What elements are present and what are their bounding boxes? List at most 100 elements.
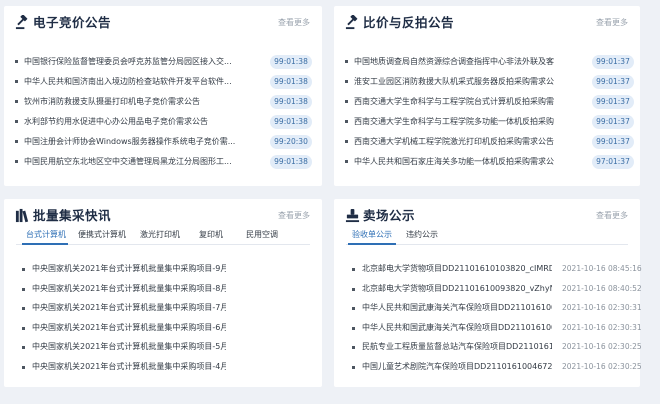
- view-more-link[interactable]: 查看更多: [278, 210, 310, 222]
- list-item[interactable]: 中华人民共和国武康海关汽车保险项目DD211016100800... 2021-…: [334, 320, 642, 340]
- list-item[interactable]: 北京邮电大学货物项目DD21101610103820_cIMRDP.pdf 20…: [334, 261, 642, 281]
- tab-desktop-computer[interactable]: 台式计算机: [26, 229, 66, 241]
- list-item[interactable]: 中央国家机关2021年台式计算机批量集中采购项目-5月...: [4, 339, 322, 359]
- notice-title[interactable]: 西南交通大学生命科学与工程学院台式计算机反拍采购需...: [354, 96, 554, 108]
- news-title[interactable]: 中央国家机关2021年台式计算机批量集中采购项目-8月...: [32, 283, 226, 295]
- list-item[interactable]: 中华人民共和国济南出入境边防检查站软件开发平台软件... 99:01:38: [4, 72, 322, 92]
- list-item[interactable]: 西南交通大学生命科学与工程学院台式计算机反拍采购需... 99:01:37: [334, 92, 640, 112]
- tab-acceptance-notice[interactable]: 验收单公示: [352, 229, 392, 241]
- view-more-link[interactable]: 查看更多: [596, 210, 628, 222]
- list-item[interactable]: 北京邮电大学货物项目DD21101610093820_vZhyNp.pdf 20…: [334, 281, 642, 301]
- notice-title[interactable]: 水利部节约用水促进中心办公用品电子竞价需求公告: [24, 116, 246, 128]
- view-more-link[interactable]: 查看更多: [596, 17, 628, 29]
- active-tab-indicator: [22, 243, 68, 245]
- document-link[interactable]: 中华人民共和国武康海关汽车保险项目DD211016100706...: [362, 302, 552, 314]
- view-more-link[interactable]: 查看更多: [278, 17, 310, 29]
- list-item[interactable]: 中央国家机关2021年台式计算机批量集中采购项目-8月...: [4, 281, 322, 301]
- bullet-icon: [345, 60, 348, 63]
- bulk-list: 中央国家机关2021年台式计算机批量集中采购项目-9月... 中央国家机关202…: [4, 261, 322, 378]
- notice-title[interactable]: 钦州市消防救援支队摄墨打印机电子竞价需求公告: [24, 96, 246, 108]
- list-item[interactable]: 中央国家机关2021年台式计算机批量集中采购项目-9月...: [4, 261, 322, 281]
- list-item[interactable]: 中央国家机关2021年台式计算机批量集中采购项目-7月...: [4, 300, 322, 320]
- bullet-icon: [22, 307, 25, 310]
- list-item[interactable]: 中国儿童艺术剧院汽车保险项目DD21101610046720_... 2021-…: [334, 359, 642, 379]
- notice-title[interactable]: 中国银行保险监督管理委员会呼克苏监管分局园区接入交...: [24, 56, 246, 68]
- countdown-badge: 99:01:38: [270, 155, 312, 169]
- bullet-icon: [345, 160, 348, 163]
- compare-list: 中国地质调查局自然资源综合调查指挥中心非法外联及客... 99:01:37 淮安…: [334, 52, 640, 172]
- tab-breach-notice[interactable]: 违约公示: [406, 229, 438, 241]
- bullet-icon: [345, 80, 348, 83]
- notice-title[interactable]: 中国注册会计师协会Windows服务器操作系统电子竞价需...: [24, 136, 246, 148]
- list-item[interactable]: 中国地质调查局自然资源综合调查指挥中心非法外联及客... 99:01:37: [334, 52, 640, 72]
- document-link[interactable]: 中华人民共和国武康海关汽车保险项目DD211016100800...: [362, 322, 552, 334]
- list-item[interactable]: 中国银行保险监督管理委员会呼克苏监管分局园区接入交... 99:01:38: [4, 52, 322, 72]
- timestamp: 2021-10-16 08:45:16: [562, 264, 642, 273]
- bullet-icon: [352, 346, 355, 349]
- countdown-badge: 99:01:38: [270, 55, 312, 69]
- bullet-icon: [15, 100, 18, 103]
- bullet-icon: [15, 140, 18, 143]
- bidding-list: 中国银行保险监督管理委员会呼克苏监管分局园区接入交... 99:01:38 中华…: [4, 52, 322, 172]
- bidding-panel: 电子竞价公告 查看更多 中国银行保险监督管理委员会呼克苏监管分局园区接入交...…: [4, 6, 322, 186]
- list-item[interactable]: 中华人民共和国石家庄海关多功能一体机反拍采购需求公告 97:01:37: [334, 152, 640, 172]
- document-link[interactable]: 民航专业工程质量监督总站汽车保险项目DD211016100...: [362, 341, 552, 353]
- gavel-icon: [345, 15, 358, 30]
- news-title[interactable]: 中央国家机关2021年台式计算机批量集中采购项目-9月...: [32, 263, 226, 275]
- list-item[interactable]: 中央国家机关2021年台式计算机批量集中采购项目-4月...: [4, 359, 322, 379]
- timestamp: 2021-10-16 02:30:25: [562, 342, 642, 351]
- news-title[interactable]: 中央国家机关2021年台式计算机批量集中采购项目-6月...: [32, 322, 226, 334]
- marketplace-notice-panel: 卖场公示 查看更多 验收单公示 违约公示 北京邮电大学货物项目DD2110161…: [334, 199, 642, 387]
- bullet-icon: [352, 307, 355, 310]
- list-item[interactable]: 中国注册会计师协会Windows服务器操作系统电子竞价需... 99:20:30: [4, 132, 322, 152]
- notice-title[interactable]: 中华人民共和国济南出入境边防检查站软件开发平台软件...: [24, 76, 246, 88]
- notice-title[interactable]: 中国民用航空东北地区空中交通管理局黑龙江分局图形工...: [24, 156, 246, 168]
- bullet-icon: [22, 326, 25, 330]
- countdown-badge: 99:01:37: [592, 55, 634, 69]
- notice-title[interactable]: 西南交通大学机械工程学院激光打印机反拍采购需求公告: [354, 136, 554, 148]
- tab-copier[interactable]: 复印机: [199, 229, 223, 241]
- compare-panel-header: 比价与反拍公告 查看更多: [334, 6, 640, 40]
- timestamp: 2021-10-16 02:30:31: [562, 322, 642, 332]
- bulk-tabs: 台式计算机 便携式计算机 激光打印机 复印机 民用空调: [16, 227, 310, 245]
- list-item[interactable]: 淮安工业园区消防救援大队机采式服务器反拍采购需求公告 99:01:37: [334, 72, 640, 92]
- document-link[interactable]: 北京邮电大学货物项目DD21101610103820_cIMRDP.pdf: [362, 263, 552, 275]
- panel-title: 卖场公示: [363, 208, 416, 223]
- bullet-icon: [352, 326, 355, 330]
- books-icon: [15, 208, 29, 223]
- countdown-badge: 99:01:37: [592, 115, 634, 129]
- compare-panel: 比价与反拍公告 查看更多 中国地质调查局自然资源综合调查指挥中心非法外联及客..…: [334, 6, 640, 186]
- list-item[interactable]: 西南交通大学生命科学与工程学院多功能一体机反拍采购... 99:01:37: [334, 112, 640, 132]
- list-item[interactable]: 中央国家机关2021年台式计算机批量集中采购项目-6月...: [4, 320, 322, 340]
- countdown-badge: 99:01:38: [270, 115, 312, 129]
- tab-laser-printer[interactable]: 激光打印机: [140, 229, 180, 241]
- timestamp: 2021-10-16 08:40:52: [562, 283, 642, 293]
- active-tab-indicator: [348, 243, 396, 245]
- document-link[interactable]: 北京邮电大学货物项目DD21101610093820_vZhyNp.pdf: [362, 283, 552, 295]
- timestamp: 2021-10-16 02:30:31: [562, 303, 642, 312]
- timestamp: 2021-10-16 02:30:25: [562, 361, 642, 371]
- notice-title[interactable]: 中国地质调查局自然资源综合调查指挥中心非法外联及客...: [354, 56, 554, 68]
- sale-tabs: 验收单公示 违约公示: [346, 227, 628, 245]
- bulk-purchase-panel: 批量集采快讯 查看更多 台式计算机 便携式计算机 激光打印机 复印机 民用空调 …: [4, 199, 322, 387]
- tab-air-conditioner[interactable]: 民用空调: [246, 229, 278, 241]
- countdown-badge: 99:01:37: [592, 135, 634, 149]
- news-title[interactable]: 中央国家机关2021年台式计算机批量集中采购项目-4月...: [32, 361, 226, 373]
- list-item[interactable]: 钦州市消防救援支队摄墨打印机电子竞价需求公告 99:01:38: [4, 92, 322, 112]
- document-link[interactable]: 中国儿童艺术剧院汽车保险项目DD21101610046720_...: [362, 361, 552, 373]
- panel-title: 比价与反拍公告: [363, 15, 455, 30]
- list-item[interactable]: 中华人民共和国武康海关汽车保险项目DD211016100706... 2021-…: [334, 300, 642, 320]
- tab-laptop-computer[interactable]: 便携式计算机: [78, 229, 126, 241]
- bullet-icon: [345, 100, 348, 103]
- list-item[interactable]: 西南交通大学机械工程学院激光打印机反拍采购需求公告 99:01:37: [334, 132, 640, 152]
- news-title[interactable]: 中央国家机关2021年台式计算机批量集中采购项目-5月...: [32, 341, 226, 353]
- list-item[interactable]: 民航专业工程质量监督总站汽车保险项目DD211016100... 2021-10…: [334, 339, 642, 359]
- bullet-icon: [345, 120, 348, 123]
- notice-title[interactable]: 西南交通大学生命科学与工程学院多功能一体机反拍采购...: [354, 116, 554, 128]
- notice-title[interactable]: 中华人民共和国石家庄海关多功能一体机反拍采购需求公告: [354, 156, 554, 168]
- bullet-icon: [22, 346, 25, 349]
- notice-title[interactable]: 淮安工业园区消防救援大队机采式服务器反拍采购需求公告: [354, 76, 554, 88]
- news-title[interactable]: 中央国家机关2021年台式计算机批量集中采购项目-7月...: [32, 302, 226, 314]
- list-item[interactable]: 中国民用航空东北地区空中交通管理局黑龙江分局图形工... 99:01:38: [4, 152, 322, 172]
- list-item[interactable]: 水利部节约用水促进中心办公用品电子竞价需求公告 99:01:38: [4, 112, 322, 132]
